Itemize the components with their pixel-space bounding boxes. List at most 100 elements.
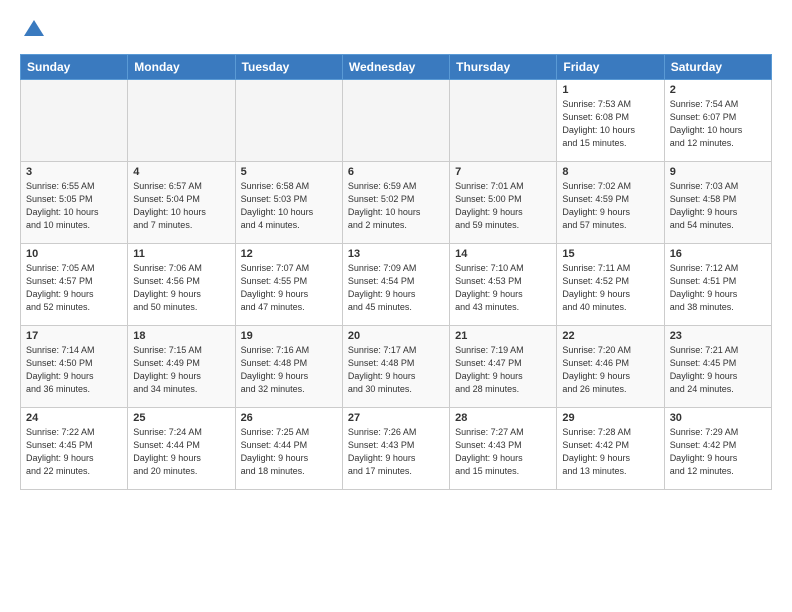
day-detail: Sunrise: 7:14 AM Sunset: 4:50 PM Dayligh…	[26, 344, 122, 396]
day-number: 10	[26, 248, 122, 260]
day-header-friday: Friday	[557, 55, 664, 80]
day-detail: Sunrise: 7:01 AM Sunset: 5:00 PM Dayligh…	[455, 180, 551, 232]
calendar-cell: 11Sunrise: 7:06 AM Sunset: 4:56 PM Dayli…	[128, 244, 235, 326]
calendar-cell: 9 Sunrise: 7:03 AM Sunset: 4:58 PM Daylig…	[664, 162, 771, 244]
calendar-cell: 23Sunrise: 7:21 AM Sunset: 4:45 PM Dayli…	[664, 326, 771, 408]
week-row-1: 1Sunrise: 7:53 AM Sunset: 6:08 PM Daylig…	[21, 80, 772, 162]
day-detail: Sunrise: 7:05 AM Sunset: 4:57 PM Dayligh…	[26, 262, 122, 314]
day-detail: Sunrise: 7:03 AM Sunset: 4:58 PM Dayligh…	[670, 180, 766, 232]
day-number: 18	[133, 330, 229, 342]
calendar-cell: 6 Sunrise: 6:59 AM Sunset: 5:02 PM Daylig…	[342, 162, 449, 244]
day-number: 17	[26, 330, 122, 342]
day-detail: Sunrise: 7:11 AM Sunset: 4:52 PM Dayligh…	[562, 262, 658, 314]
day-number: 4	[133, 166, 229, 178]
day-number: 28	[455, 412, 551, 424]
day-detail: Sunrise: 7:17 AM Sunset: 4:48 PM Dayligh…	[348, 344, 444, 396]
week-row-3: 10 Sunrise: 7:05 AM Sunset: 4:57 PM Dayli…	[21, 244, 772, 326]
calendar-cell: 1Sunrise: 7:53 AM Sunset: 6:08 PM Daylig…	[557, 80, 664, 162]
day-header-saturday: Saturday	[664, 55, 771, 80]
calendar-cell: 28 Sunrise: 7:27 AM Sunset: 4:43 PM Dayli…	[450, 408, 557, 490]
day-number: 30	[670, 412, 766, 424]
calendar-cell: 14 Sunrise: 7:10 AM Sunset: 4:53 PM Dayli…	[450, 244, 557, 326]
day-detail: Sunrise: 6:59 AM Sunset: 5:02 PM Dayligh…	[348, 180, 444, 232]
day-detail: Sunrise: 7:25 AM Sunset: 4:44 PM Dayligh…	[241, 426, 337, 478]
day-number: 25	[133, 412, 229, 424]
day-number: 13	[348, 248, 444, 260]
day-detail: Sunrise: 7:15 AM Sunset: 4:49 PM Dayligh…	[133, 344, 229, 396]
day-header-tuesday: Tuesday	[235, 55, 342, 80]
day-detail: Sunrise: 7:24 AM Sunset: 4:44 PM Dayligh…	[133, 426, 229, 478]
day-number: 22	[562, 330, 658, 342]
calendar-cell: 7 Sunrise: 7:01 AM Sunset: 5:00 PM Daylig…	[450, 162, 557, 244]
day-detail: Sunrise: 7:09 AM Sunset: 4:54 PM Dayligh…	[348, 262, 444, 314]
day-detail: Sunrise: 6:58 AM Sunset: 5:03 PM Dayligh…	[241, 180, 337, 232]
day-detail: Sunrise: 6:57 AM Sunset: 5:04 PM Dayligh…	[133, 180, 229, 232]
day-number: 8	[562, 166, 658, 178]
day-number: 15	[562, 248, 658, 260]
day-number: 9	[670, 166, 766, 178]
calendar-cell: 17 Sunrise: 7:14 AM Sunset: 4:50 PM Dayli…	[21, 326, 128, 408]
day-detail: Sunrise: 7:12 AM Sunset: 4:51 PM Dayligh…	[670, 262, 766, 314]
day-header-monday: Monday	[128, 55, 235, 80]
day-detail: Sunrise: 7:53 AM Sunset: 6:08 PM Dayligh…	[562, 98, 658, 150]
calendar-cell	[450, 80, 557, 162]
day-header-wednesday: Wednesday	[342, 55, 449, 80]
day-detail: Sunrise: 7:06 AM Sunset: 4:56 PM Dayligh…	[133, 262, 229, 314]
day-detail: Sunrise: 7:20 AM Sunset: 4:46 PM Dayligh…	[562, 344, 658, 396]
day-number: 19	[241, 330, 337, 342]
day-header-sunday: Sunday	[21, 55, 128, 80]
calendar-cell: 29 Sunrise: 7:28 AM Sunset: 4:42 PM Dayli…	[557, 408, 664, 490]
calendar-cell: 15 Sunrise: 7:11 AM Sunset: 4:52 PM Dayli…	[557, 244, 664, 326]
calendar-cell: 22 Sunrise: 7:20 AM Sunset: 4:46 PM Dayli…	[557, 326, 664, 408]
calendar-header-row: SundayMondayTuesdayWednesdayThursdayFrid…	[21, 55, 772, 80]
week-row-4: 17 Sunrise: 7:14 AM Sunset: 4:50 PM Dayli…	[21, 326, 772, 408]
calendar-cell: 18 Sunrise: 7:15 AM Sunset: 4:49 PM Dayli…	[128, 326, 235, 408]
day-number: 20	[348, 330, 444, 342]
calendar-cell: 27Sunrise: 7:26 AM Sunset: 4:43 PM Dayli…	[342, 408, 449, 490]
day-number: 24	[26, 412, 122, 424]
calendar-cell: 16Sunrise: 7:12 AM Sunset: 4:51 PM Dayli…	[664, 244, 771, 326]
calendar-cell: 21 Sunrise: 7:19 AM Sunset: 4:47 PM Dayli…	[450, 326, 557, 408]
day-detail: Sunrise: 7:26 AM Sunset: 4:43 PM Dayligh…	[348, 426, 444, 478]
calendar-cell	[128, 80, 235, 162]
calendar-cell: 20 Sunrise: 7:17 AM Sunset: 4:48 PM Dayli…	[342, 326, 449, 408]
header	[20, 16, 772, 44]
calendar-cell: 4 Sunrise: 6:57 AM Sunset: 5:04 PM Daylig…	[128, 162, 235, 244]
calendar-cell: 13 Sunrise: 7:09 AM Sunset: 4:54 PM Dayli…	[342, 244, 449, 326]
day-detail: Sunrise: 7:07 AM Sunset: 4:55 PM Dayligh…	[241, 262, 337, 314]
day-detail: Sunrise: 6:55 AM Sunset: 5:05 PM Dayligh…	[26, 180, 122, 232]
day-number: 5	[241, 166, 337, 178]
week-row-5: 24Sunrise: 7:22 AM Sunset: 4:45 PM Dayli…	[21, 408, 772, 490]
day-detail: Sunrise: 7:54 AM Sunset: 6:07 PM Dayligh…	[670, 98, 766, 150]
day-number: 26	[241, 412, 337, 424]
calendar-cell: 5 Sunrise: 6:58 AM Sunset: 5:03 PM Daylig…	[235, 162, 342, 244]
calendar-cell	[21, 80, 128, 162]
day-number: 6	[348, 166, 444, 178]
week-row-2: 3Sunrise: 6:55 AM Sunset: 5:05 PM Daylig…	[21, 162, 772, 244]
day-header-thursday: Thursday	[450, 55, 557, 80]
calendar-cell: 3Sunrise: 6:55 AM Sunset: 5:05 PM Daylig…	[21, 162, 128, 244]
calendar-cell	[342, 80, 449, 162]
day-detail: Sunrise: 7:28 AM Sunset: 4:42 PM Dayligh…	[562, 426, 658, 478]
day-number: 2	[670, 84, 766, 96]
day-detail: Sunrise: 7:27 AM Sunset: 4:43 PM Dayligh…	[455, 426, 551, 478]
calendar-cell: 8 Sunrise: 7:02 AM Sunset: 4:59 PM Daylig…	[557, 162, 664, 244]
calendar-cell: 10 Sunrise: 7:05 AM Sunset: 4:57 PM Dayli…	[21, 244, 128, 326]
day-number: 29	[562, 412, 658, 424]
day-number: 7	[455, 166, 551, 178]
calendar-cell: 25 Sunrise: 7:24 AM Sunset: 4:44 PM Dayli…	[128, 408, 235, 490]
calendar-cell: 2 Sunrise: 7:54 AM Sunset: 6:07 PM Daylig…	[664, 80, 771, 162]
calendar-cell: 19Sunrise: 7:16 AM Sunset: 4:48 PM Dayli…	[235, 326, 342, 408]
day-detail: Sunrise: 7:02 AM Sunset: 4:59 PM Dayligh…	[562, 180, 658, 232]
page: SundayMondayTuesdayWednesdayThursdayFrid…	[0, 0, 792, 612]
calendar: SundayMondayTuesdayWednesdayThursdayFrid…	[20, 54, 772, 490]
calendar-cell: 26 Sunrise: 7:25 AM Sunset: 4:44 PM Dayli…	[235, 408, 342, 490]
day-detail: Sunrise: 7:21 AM Sunset: 4:45 PM Dayligh…	[670, 344, 766, 396]
day-detail: Sunrise: 7:19 AM Sunset: 4:47 PM Dayligh…	[455, 344, 551, 396]
day-number: 21	[455, 330, 551, 342]
calendar-cell: 12 Sunrise: 7:07 AM Sunset: 4:55 PM Dayli…	[235, 244, 342, 326]
day-detail: Sunrise: 7:10 AM Sunset: 4:53 PM Dayligh…	[455, 262, 551, 314]
calendar-cell: 24Sunrise: 7:22 AM Sunset: 4:45 PM Dayli…	[21, 408, 128, 490]
day-number: 12	[241, 248, 337, 260]
day-number: 14	[455, 248, 551, 260]
